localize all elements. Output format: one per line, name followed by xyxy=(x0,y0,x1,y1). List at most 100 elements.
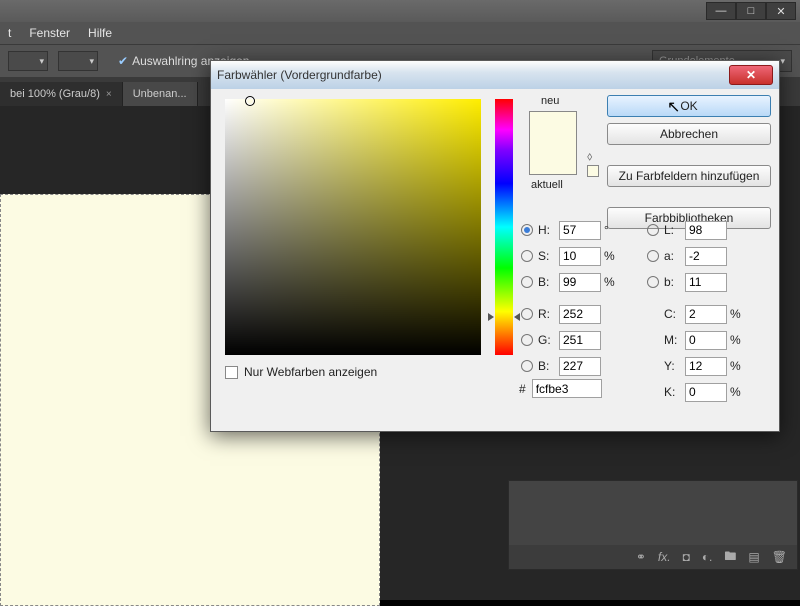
unit: ° xyxy=(604,223,618,237)
new-layer-icon[interactable]: ▤ xyxy=(748,550,759,564)
close-button[interactable]: ✕ xyxy=(766,2,796,20)
lab-group: L: a: b: xyxy=(647,217,727,295)
web-colors-label: Nur Webfarben anzeigen xyxy=(244,365,377,379)
cube-icon[interactable]: ⬨ xyxy=(587,149,592,164)
label-k: K: xyxy=(664,385,682,399)
input-r[interactable] xyxy=(559,305,601,324)
input-b-hsb[interactable] xyxy=(559,273,601,292)
chevron-updown-icon: ▾ xyxy=(780,56,785,67)
option-dropdown[interactable]: ▾ xyxy=(58,51,98,71)
color-swatch-compare[interactable] xyxy=(529,111,577,175)
unit: % xyxy=(730,333,744,347)
maximize-button[interactable]: □ xyxy=(736,2,766,20)
input-s[interactable] xyxy=(559,247,601,266)
label-m: M: xyxy=(664,333,682,347)
tab-label: bei 100% (Grau/8) xyxy=(10,88,100,100)
label-y: Y: xyxy=(664,359,682,373)
radio-l[interactable] xyxy=(647,224,659,236)
label-lab-b: b: xyxy=(664,275,682,289)
hex-row: # xyxy=(519,379,602,398)
unit: % xyxy=(730,359,744,373)
web-colors-only-checkbox[interactable]: Nur Webfarben anzeigen xyxy=(225,365,377,379)
input-l[interactable] xyxy=(685,221,727,240)
document-tab[interactable]: Unbenan... xyxy=(123,82,198,106)
label-r: R: xyxy=(538,307,556,321)
radio-b-rgb[interactable] xyxy=(521,360,533,372)
input-y[interactable] xyxy=(685,357,727,376)
menu-bar: t Fenster Hilfe xyxy=(0,22,800,44)
close-icon[interactable]: × xyxy=(106,89,112,100)
input-hex[interactable] xyxy=(532,379,602,398)
radio-h[interactable] xyxy=(521,224,533,236)
label-l: L: xyxy=(664,223,682,237)
menu-fenster[interactable]: Fenster xyxy=(29,26,70,40)
dialog-title: Farbwähler (Vordergrundfarbe) xyxy=(217,68,382,82)
radio-a[interactable] xyxy=(647,250,659,262)
input-a[interactable] xyxy=(685,247,727,266)
label-h: H: xyxy=(538,223,556,237)
label-b-rgb: B: xyxy=(538,359,556,373)
checkbox-icon xyxy=(225,366,238,379)
minimize-button[interactable]: — xyxy=(706,2,736,20)
unit: % xyxy=(730,307,744,321)
tab-label: Unbenan... xyxy=(133,88,187,100)
label-current: aktuell xyxy=(531,179,563,191)
dialog-body: neu aktuell ⬨ OK Abbrechen Zu Farbfelder… xyxy=(211,89,779,109)
unit: % xyxy=(604,275,618,289)
input-c[interactable] xyxy=(685,305,727,324)
input-m[interactable] xyxy=(685,331,727,350)
color-field[interactable] xyxy=(225,99,481,355)
dialog-close-button[interactable]: ✕ xyxy=(729,65,773,85)
link-icon[interactable]: ⚭ xyxy=(636,550,646,564)
input-b-rgb[interactable] xyxy=(559,357,601,376)
hue-slider[interactable] xyxy=(495,99,513,355)
color-picker-dialog: Farbwähler (Vordergrundfarbe) ✕ neu aktu… xyxy=(210,60,780,432)
input-g[interactable] xyxy=(559,331,601,350)
folder-icon[interactable]: 🖿 xyxy=(724,547,736,568)
mask-icon[interactable]: ◘ xyxy=(683,550,690,564)
label-new: neu xyxy=(541,95,559,107)
radio-lab-b[interactable] xyxy=(647,276,659,288)
input-h[interactable] xyxy=(559,221,601,240)
menu-hilfe[interactable]: Hilfe xyxy=(88,26,112,40)
label-b-hsb: B: xyxy=(538,275,556,289)
hue-slider-thumb[interactable] xyxy=(488,313,494,321)
unit: % xyxy=(730,385,744,399)
unit: % xyxy=(604,249,618,263)
radio-g[interactable] xyxy=(521,334,533,346)
ok-button[interactable]: OK xyxy=(607,95,771,117)
dialog-buttons: OK Abbrechen Zu Farbfeldern hinzufügen F… xyxy=(607,95,771,229)
menu-item-truncated[interactable]: t xyxy=(8,26,11,40)
swatch-current xyxy=(530,143,576,174)
panel-footer: ⚭ fx. ◘ ◐. 🖿 ▤ 🗑 xyxy=(509,545,797,569)
add-swatch-button[interactable]: Zu Farbfeldern hinzufügen xyxy=(607,165,771,187)
chevron-down-icon: ▾ xyxy=(39,56,44,67)
input-lab-b[interactable] xyxy=(685,273,727,292)
trash-icon[interactable]: 🗑 xyxy=(772,550,787,564)
label-g: G: xyxy=(538,333,556,347)
layers-panel[interactable]: ⚭ fx. ◘ ◐. 🖿 ▤ 🗑 xyxy=(508,480,798,570)
color-picker-ring[interactable] xyxy=(245,96,255,106)
label-a: a: xyxy=(664,249,682,263)
cmyk-group: C:% M:% Y:% K:% xyxy=(647,301,744,405)
dialog-titlebar[interactable]: Farbwähler (Vordergrundfarbe) ✕ xyxy=(211,61,779,89)
fx-icon[interactable]: fx. xyxy=(658,550,671,564)
tool-preset-dropdown[interactable]: ▾ xyxy=(8,51,48,71)
input-k[interactable] xyxy=(685,383,727,402)
swatch-new xyxy=(530,112,576,143)
chevron-down-icon: ▾ xyxy=(89,56,94,67)
window-titlebar: — □ ✕ xyxy=(0,0,800,22)
document-tab[interactable]: bei 100% (Grau/8) × xyxy=(0,82,123,106)
hash-label: # xyxy=(519,382,526,396)
cancel-button[interactable]: Abbrechen xyxy=(607,123,771,145)
label-s: S: xyxy=(538,249,556,263)
radio-r[interactable] xyxy=(521,308,533,320)
rgb-group: R: G: B: xyxy=(521,301,601,379)
websafe-swatch[interactable] xyxy=(587,165,599,177)
hsb-group: H: ° S:% B:% xyxy=(521,217,618,295)
radio-s[interactable] xyxy=(521,250,533,262)
hue-slider-thumb[interactable] xyxy=(514,313,520,321)
adjustment-icon[interactable]: ◐. xyxy=(702,550,713,564)
radio-b-hsb[interactable] xyxy=(521,276,533,288)
label-c: C: xyxy=(664,307,682,321)
